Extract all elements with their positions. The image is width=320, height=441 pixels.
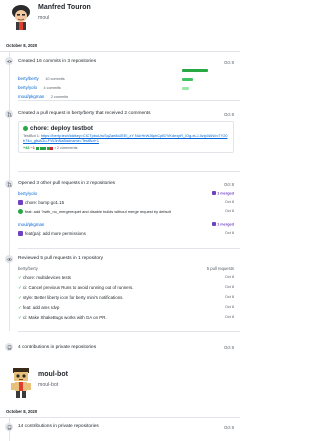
commit-bar — [182, 69, 208, 72]
merged-badge: 1 merged — [212, 191, 234, 196]
divider — [18, 248, 240, 249]
deletions: −1 — [30, 146, 35, 150]
repo-group-header: moul/pkgman 1 merged — [18, 222, 234, 230]
divider — [18, 100, 240, 101]
private-date: Oct 8 — [223, 345, 234, 350]
review-list-item[interactable]: ✓ ci: Make ShakeBugs works with GA on PR… — [18, 315, 234, 323]
repo-link[interactable]: berty/berty — [72, 111, 95, 116]
private-contributions: 4 contributions in private repositories — [18, 345, 97, 350]
commits-date: Oct 8 — [223, 60, 234, 65]
pr-item-title[interactable]: feat: add ?with_no_mergerequet and disab… — [25, 209, 171, 214]
open-pr-icon — [23, 125, 28, 131]
date-heading: October 8, 2020 — [6, 409, 38, 414]
review-item-date: Oct 8 — [224, 275, 234, 279]
review-list-item[interactable]: ✓ ci: Cancel previous Runs to avoid runn… — [18, 285, 234, 293]
pr-item-title[interactable]: feat(pa): add more permissions — [25, 231, 86, 236]
review-item-title[interactable]: chore: multidevices tests — [23, 275, 71, 280]
divider — [18, 331, 240, 332]
body-label: TestBot 1: — [23, 134, 41, 138]
merged-badge-label: 1 merged — [217, 222, 234, 227]
user-display-name[interactable]: moul-bot — [38, 371, 68, 378]
user-login[interactable]: moul-bot — [38, 382, 58, 388]
merged-icon — [212, 222, 217, 226]
merged-badge-label: 1 merged — [217, 191, 234, 196]
commits-summary: Created 16 commits in 3 repositories — [18, 59, 97, 64]
user-header: Manfred Touron moul — [0, 0, 240, 34]
divider — [0, 51, 240, 52]
merged-badge: 1 merged — [212, 222, 234, 227]
repo-group-header: berty/yolo 1 merged — [18, 191, 234, 199]
pull-request-card: chore: deploy testbot TestBot 1: https:/… — [18, 121, 234, 153]
commit-icon — [5, 57, 13, 65]
additions: +48 — [23, 146, 30, 150]
commit-count[interactable]: 2 commits — [51, 95, 68, 99]
review-list-item[interactable]: ✓ style: Better liberty icon for berty m… — [18, 295, 234, 303]
pull-request-title[interactable]: chore: deploy testbot — [23, 125, 93, 132]
open-pr-icon — [18, 209, 23, 214]
review-list-item[interactable]: ✓ feat: add ams rdvp Oct 8 — [18, 305, 234, 313]
review-item-date: Oct 8 — [224, 295, 234, 299]
review-count: 5 pull requests — [206, 266, 234, 271]
timeline-line — [9, 51, 10, 331]
merged-icon — [212, 191, 217, 195]
pull-request-title-text[interactable]: chore: deploy testbot — [30, 125, 93, 132]
commit-repo-row: berty/yolo 4 commits — [18, 76, 234, 90]
user-login[interactable]: moul — [38, 15, 49, 21]
review-repo-header: berty/berty 5 pull requests — [18, 266, 234, 271]
reviews-summary: Reviewed 5 pull requests in 1 repository — [18, 256, 104, 261]
commit-repo-row: moul/pkgman 2 commits — [18, 85, 234, 99]
summary-prefix: Created a pull request in — [18, 111, 72, 116]
pr-list-item[interactable]: feat(pa): add more permissions Oct 8 — [18, 231, 234, 239]
pull-request-summary: Created a pull request in berty/berty th… — [18, 111, 151, 116]
repo-icon — [5, 423, 13, 431]
review-item-title[interactable]: ci: Make ShakeBugs works with GA on PR. — [23, 315, 107, 320]
commit-repo-row: berty/berty 10 commits — [18, 67, 234, 81]
eye-icon — [5, 255, 13, 263]
private-contributions: 14 contributions in private repositories — [18, 424, 99, 429]
merged-pr-icon — [18, 231, 23, 236]
user-header: moul-bot moul-bot — [0, 366, 240, 402]
commit-bar — [182, 87, 189, 90]
body-link[interactable]: https://berty.tech/id#key=CiCTpbuUruSqZa… — [23, 134, 227, 143]
diffstat-block — [50, 146, 54, 150]
review-item-title[interactable]: ci: Cancel previous Runs to avoid runnin… — [23, 285, 134, 290]
opened-prs-date: Oct 8 — [223, 182, 234, 187]
review-list-item[interactable]: ✓ chore: multidevices tests Oct 8 — [18, 275, 234, 283]
private-date: Oct 8 — [223, 425, 234, 430]
review-repo[interactable]: berty/berty — [18, 266, 38, 271]
avatar[interactable] — [6, 366, 36, 400]
review-item-date: Oct 8 — [224, 315, 234, 319]
pr-item-date: Oct 8 — [224, 200, 234, 204]
comments-count[interactable]: • 2 comments — [54, 146, 77, 150]
repo-link[interactable]: moul/pkgman — [18, 94, 44, 99]
review-item-title[interactable]: feat: add ams rdvp — [23, 305, 59, 310]
commit-bar — [182, 78, 193, 81]
divider — [0, 417, 240, 418]
pr-list-item[interactable]: feat: add ?with_no_mergerequet and disab… — [18, 209, 234, 217]
pr-item-date: Oct 8 — [224, 209, 234, 213]
pull-request-body: TestBot 1: https://berty.tech/id#key=CiC… — [23, 134, 229, 144]
pull-request-meta: +48 −1 • 2 comments — [23, 146, 78, 150]
pr-item-title[interactable]: chore: bump go1.15 — [25, 200, 64, 205]
repo-icon — [5, 343, 13, 351]
repo-link[interactable]: berty/yolo — [18, 191, 37, 196]
user-display-name[interactable]: Manfred Touron — [38, 4, 91, 11]
review-item-date: Oct 8 — [224, 285, 234, 289]
opened-prs-summary: Opened 3 other pull requests in 2 reposi… — [18, 181, 116, 186]
pull-request-date: Oct 8 — [223, 112, 234, 117]
pull-request-icon — [5, 110, 13, 118]
pull-request-icon — [5, 180, 13, 188]
merged-pr-icon — [18, 200, 23, 205]
pr-list-item[interactable]: chore: bump go1.15 Oct 8 — [18, 200, 234, 208]
date-heading: October 8, 2020 — [6, 43, 38, 48]
avatar[interactable] — [6, 2, 36, 32]
pr-item-date: Oct 8 — [224, 231, 234, 235]
review-item-title[interactable]: style: Better liberty icon for berty min… — [23, 295, 124, 300]
divider — [18, 171, 240, 172]
summary-suffix: that received 2 comments — [94, 111, 151, 116]
repo-link[interactable]: moul/pkgman — [18, 222, 44, 227]
review-item-date: Oct 8 — [224, 305, 234, 309]
